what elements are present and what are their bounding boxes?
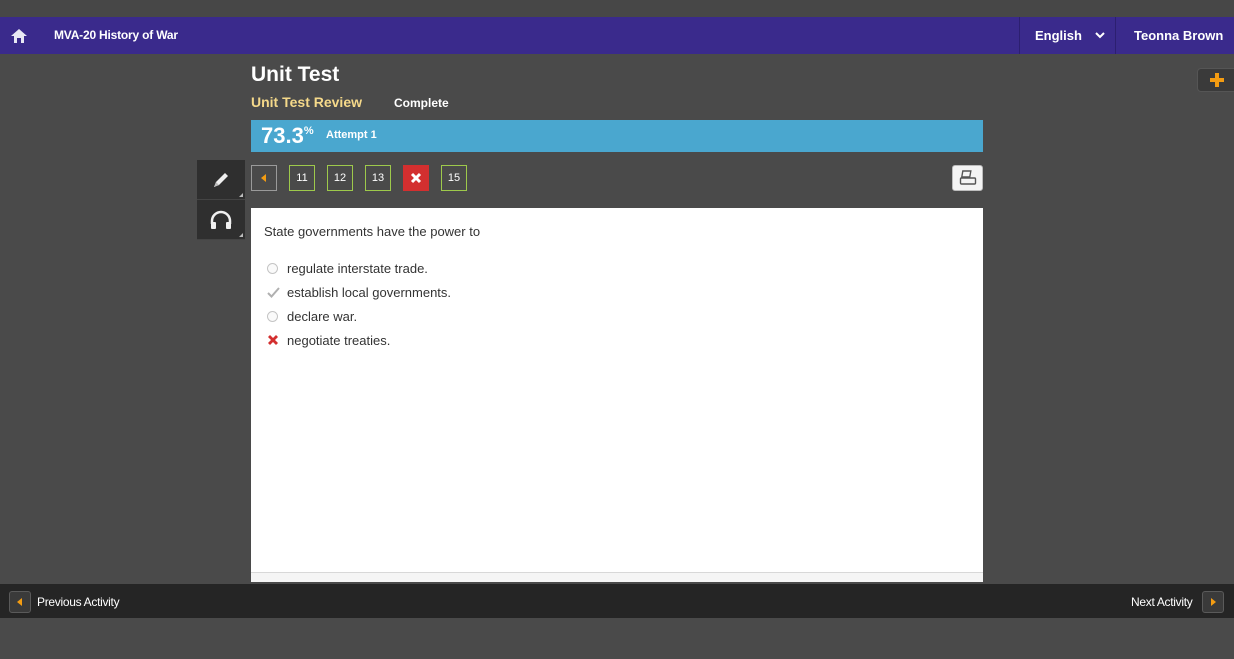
- score-unit: %: [303, 125, 314, 137]
- plus-icon: [1210, 73, 1224, 87]
- course-title: MVA-20 History of War: [54, 28, 178, 42]
- print-button[interactable]: [952, 165, 983, 191]
- answer-text: establish local governments.: [287, 284, 452, 300]
- x-icon: [268, 335, 278, 345]
- page-subtitle: Unit Test Review: [251, 94, 362, 110]
- score-value: 73.3%: [261, 123, 314, 148]
- chevron-down-icon: [1095, 32, 1105, 39]
- question-prompt: State governments have the power to: [264, 224, 481, 239]
- question-15-button[interactable]: 15: [441, 165, 467, 191]
- answer-text: regulate interstate trade.: [287, 260, 428, 276]
- activity-navigation-bar: Previous Activity Next Activity: [0, 584, 1234, 618]
- score-bar: 73.3% Attempt 1: [251, 120, 983, 152]
- question-panel: State governments have the power to regu…: [251, 208, 983, 582]
- audio-tool-button[interactable]: [197, 200, 245, 240]
- attempt-label: Attempt 1: [326, 129, 377, 141]
- previous-question-button[interactable]: [251, 165, 277, 191]
- previous-activity-button[interactable]: [9, 591, 31, 613]
- answer-option[interactable]: declare war.: [265, 304, 451, 328]
- caret-right-icon: [1211, 598, 1216, 606]
- language-label: English: [1035, 28, 1082, 43]
- answer-list: regulate interstate trade. establish loc…: [265, 256, 451, 352]
- panel-footer: [251, 572, 983, 582]
- page-title: Unit Test: [251, 63, 340, 86]
- bottom-strip: [0, 618, 1234, 659]
- corner-indicator: [239, 193, 243, 197]
- home-button[interactable]: [0, 17, 38, 54]
- radio-icon[interactable]: [267, 310, 278, 322]
- top-strip: [0, 0, 1234, 17]
- answer-option[interactable]: establish local governments.: [265, 280, 451, 304]
- answer-option[interactable]: negotiate treaties.: [265, 328, 451, 352]
- answer-option[interactable]: regulate interstate trade.: [265, 256, 451, 280]
- caret-left-icon: [17, 598, 22, 606]
- previous-activity-label[interactable]: Previous Activity: [37, 595, 120, 609]
- radio-icon[interactable]: [267, 262, 278, 274]
- corner-indicator: [239, 233, 243, 237]
- next-activity-label[interactable]: Next Activity: [1131, 595, 1193, 609]
- next-activity-button[interactable]: [1202, 591, 1224, 613]
- headphones-icon: [210, 210, 232, 229]
- question-13-button[interactable]: 13: [365, 165, 391, 191]
- check-icon: [267, 286, 280, 298]
- question-navigation: 11 12 13 15: [251, 165, 467, 191]
- status-badge: Complete: [394, 96, 449, 110]
- user-name[interactable]: Teonna Brown: [1134, 17, 1223, 54]
- tool-panel: [197, 160, 245, 240]
- app-header: MVA-20 History of War English Teonna Bro…: [0, 17, 1234, 54]
- answer-text: negotiate treaties.: [287, 332, 391, 348]
- caret-left-icon: [261, 174, 266, 182]
- add-button[interactable]: [1197, 68, 1234, 92]
- print-icon: [959, 170, 976, 185]
- question-11-button[interactable]: 11: [289, 165, 315, 191]
- question-12-button[interactable]: 12: [327, 165, 353, 191]
- pencil-icon: [214, 172, 228, 187]
- question-14-button[interactable]: [403, 165, 429, 191]
- pencil-tool-button[interactable]: [197, 160, 245, 200]
- x-icon: [410, 172, 422, 184]
- home-icon: [11, 28, 27, 43]
- language-selector[interactable]: English: [1019, 17, 1116, 54]
- answer-text: declare war.: [287, 308, 358, 324]
